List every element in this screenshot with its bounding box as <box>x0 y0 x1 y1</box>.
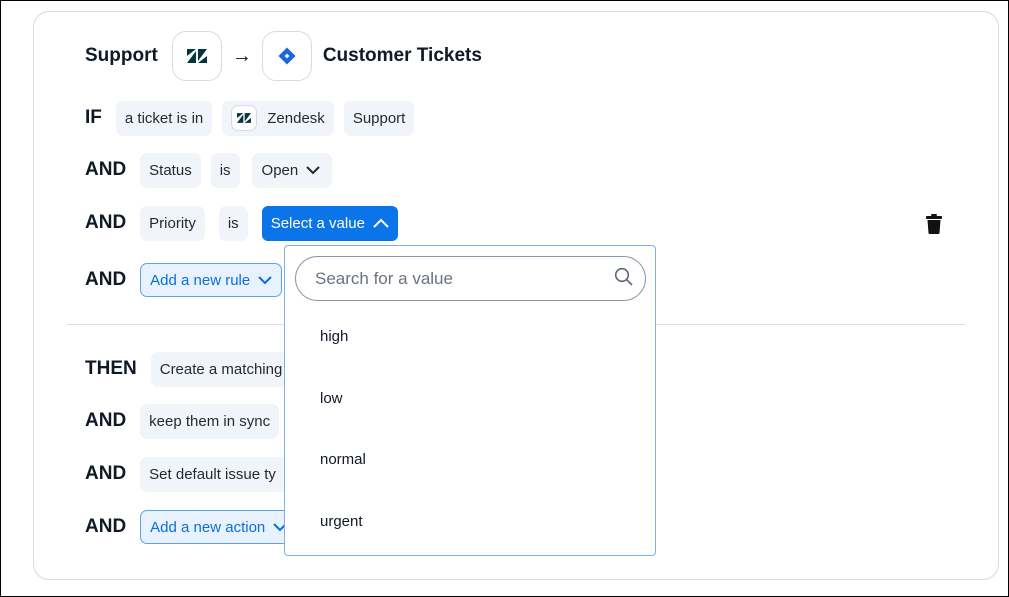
dropdown-option-high[interactable]: high <box>320 328 348 345</box>
action-row-create: THEN Create a matching <box>85 351 312 387</box>
field-status[interactable]: Status <box>140 152 201 188</box>
dropdown-option-urgent[interactable]: urgent <box>320 513 363 530</box>
priority-value: Select a value <box>270 214 365 232</box>
status-value-dropdown[interactable]: Open <box>251 152 333 188</box>
condition-row-source: IF a ticket is in Zendesk Support <box>85 100 424 136</box>
keyword-and: AND <box>85 463 127 484</box>
dropdown-option-normal[interactable]: normal <box>320 451 366 468</box>
chevron-down-icon <box>306 165 320 175</box>
keyword-and: AND <box>85 269 127 290</box>
operator-is[interactable]: is <box>210 152 240 188</box>
jira-icon <box>278 47 296 65</box>
status-value: Open <box>261 161 299 179</box>
condition-row-status: AND Status is Open <box>85 152 342 188</box>
chevron-down-icon <box>258 275 272 285</box>
keyword-and: AND <box>85 212 127 233</box>
keyword-and: AND <box>85 516 127 537</box>
keyword-if: IF <box>85 107 102 128</box>
chevron-up-icon <box>373 218 389 228</box>
add-action-label: Add a new action <box>150 518 266 536</box>
arrow-icon: → <box>231 44 252 67</box>
jira-app-button[interactable] <box>261 31 312 81</box>
condition-row-priority: AND Priority is Select a value <box>85 205 408 241</box>
add-action-button[interactable]: Add a new action <box>140 510 298 544</box>
chip-zendesk-label: Zendesk <box>267 109 325 127</box>
action-row-add: AND Add a new action <box>85 509 307 545</box>
action-set-default-issue-type[interactable]: Set default issue ty <box>140 456 296 492</box>
chip-support[interactable]: Support <box>343 100 415 136</box>
delete-rule-button[interactable] <box>925 214 943 239</box>
rule-title: Support → Customer Tickets <box>85 29 482 83</box>
search-icon[interactable] <box>614 267 633 291</box>
action-create-matching[interactable]: Create a matching <box>150 351 303 387</box>
condition-row-add: AND Add a new rule <box>85 262 292 298</box>
priority-value-dropdown[interactable]: Select a value <box>261 205 398 241</box>
priority-value-dropdown-menu: high low normal urgent <box>284 245 656 556</box>
trash-icon <box>926 214 942 234</box>
zendesk-icon <box>231 105 258 131</box>
target-label: Customer Tickets <box>322 45 482 66</box>
zendesk-app-button[interactable] <box>171 31 222 81</box>
source-label: Support <box>85 45 158 66</box>
keyword-and: AND <box>85 159 127 180</box>
action-keep-in-sync[interactable]: keep them in sync <box>140 403 280 439</box>
operator-is[interactable]: is <box>218 205 248 241</box>
dropdown-option-low[interactable]: low <box>320 390 343 407</box>
action-row-sync: AND keep them in sync <box>85 403 289 439</box>
chip-ticket-is-in[interactable]: a ticket is in <box>115 100 213 136</box>
chip-zendesk[interactable]: Zendesk <box>222 100 334 136</box>
keyword-and: AND <box>85 410 127 431</box>
zendesk-icon <box>186 49 207 63</box>
value-search-field[interactable] <box>295 256 646 301</box>
action-row-issue-type: AND Set default issue ty <box>85 456 306 492</box>
add-rule-label: Add a new rule <box>150 271 251 289</box>
field-priority[interactable]: Priority <box>140 205 205 241</box>
add-rule-button[interactable]: Add a new rule <box>140 263 283 297</box>
keyword-then: THEN <box>85 358 137 379</box>
value-search-input[interactable] <box>313 267 614 290</box>
